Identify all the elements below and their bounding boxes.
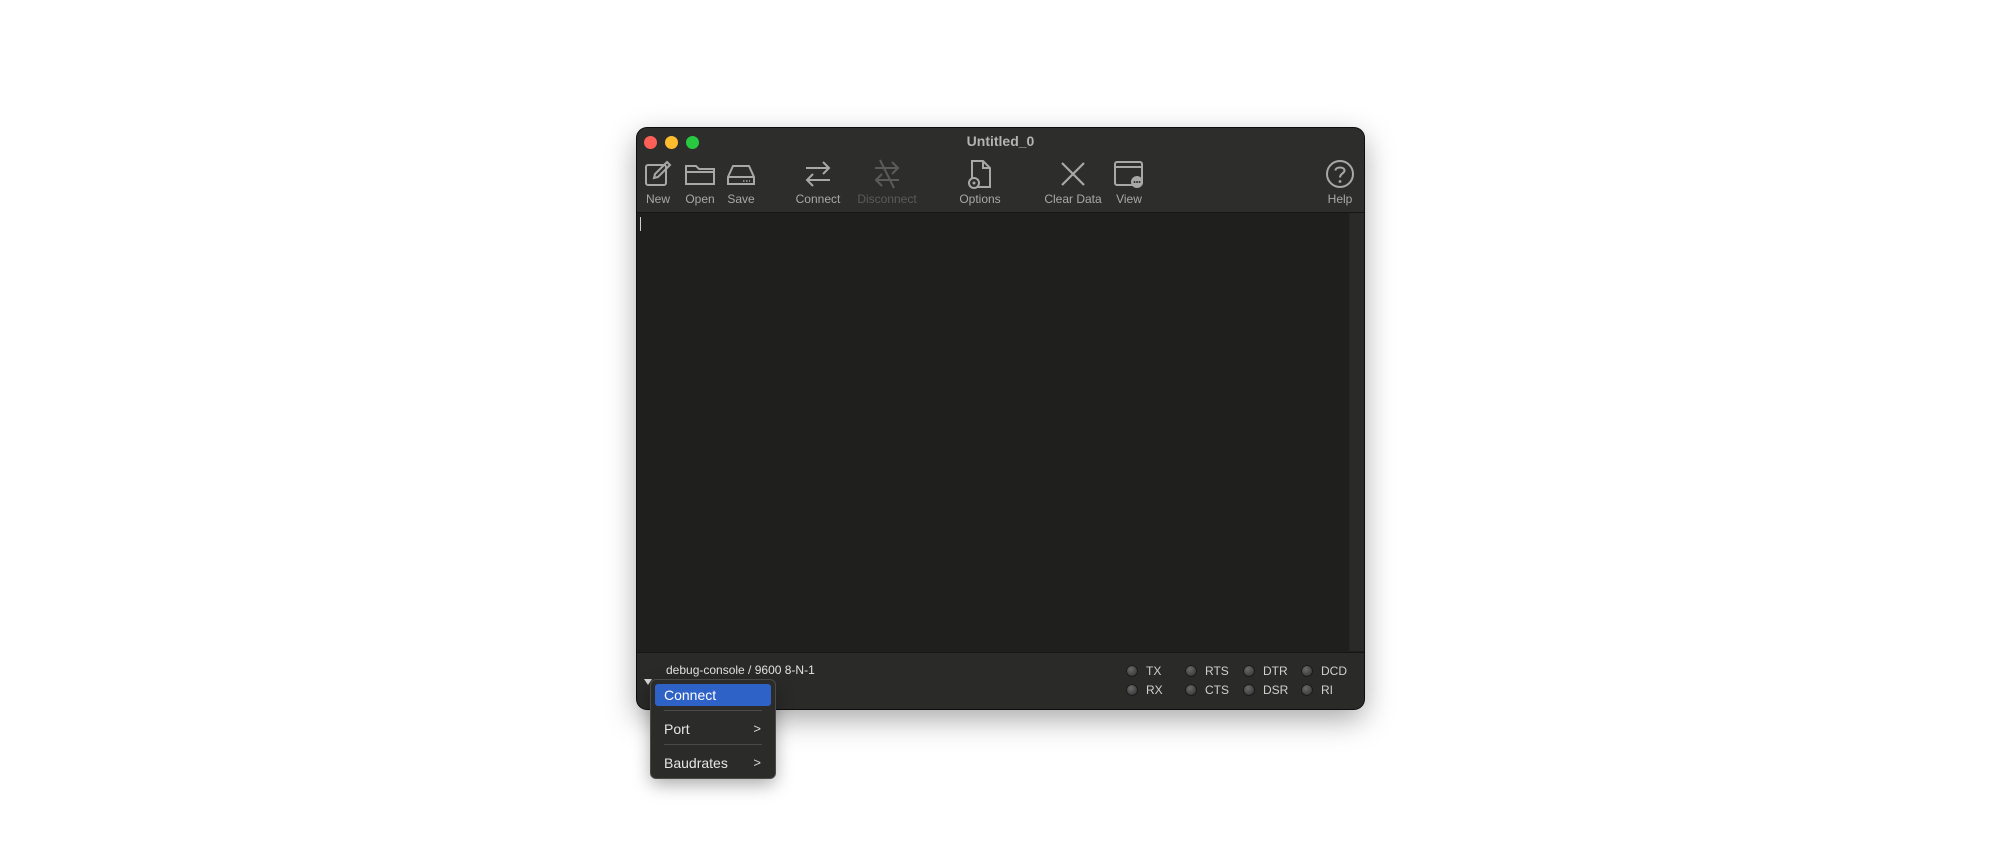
connect-button[interactable]: Connect <box>794 157 842 209</box>
view-label: View <box>1116 192 1142 206</box>
new-label: New <box>645 192 670 206</box>
led-indicator-icon <box>1185 683 1197 696</box>
led-dtr: DTR <box>1243 663 1301 678</box>
led-dcd-label: DCD <box>1321 663 1347 678</box>
led-rx-label: RX <box>1146 682 1163 697</box>
led-indicator-icon <box>1185 664 1197 677</box>
help-icon <box>1326 160 1354 188</box>
chevron-right-icon: > <box>753 755 761 770</box>
menu-separator <box>664 710 762 711</box>
help-label: Help <box>1327 192 1353 206</box>
connection-status: debug-console / 9600 8-N-1 <box>666 663 815 677</box>
view-button[interactable]: View <box>1111 157 1147 209</box>
options-button[interactable]: Options <box>957 157 1003 209</box>
menu-item-connect[interactable]: Connect <box>655 684 771 706</box>
led-indicator-icon <box>1243 683 1255 696</box>
text-cursor <box>640 217 641 231</box>
menu-item-label: Baudrates <box>664 755 728 771</box>
folder-icon <box>685 165 715 185</box>
led-cts: CTS <box>1185 682 1243 697</box>
terminal-area[interactable] <box>637 213 1349 651</box>
led-tx-label: TX <box>1146 663 1162 678</box>
open-label: Open <box>685 192 715 206</box>
clear-data-label: Clear Data <box>1044 192 1102 206</box>
led-dcd: DCD <box>1301 663 1359 678</box>
led-indicator-icon <box>1301 683 1313 696</box>
chevron-right-icon: > <box>753 721 761 736</box>
window-view-icon <box>1114 161 1143 188</box>
new-icon <box>645 160 672 186</box>
vertical-scrollbar[interactable] <box>1349 213 1364 651</box>
save-button[interactable]: Save <box>723 157 759 209</box>
options-label: Options <box>959 192 1001 206</box>
new-button[interactable]: New <box>642 157 674 209</box>
connect-label: Connect <box>795 192 841 206</box>
led-rx: RX <box>1126 682 1184 697</box>
document-gear-icon <box>968 160 991 189</box>
led-rts-label: RTS <box>1205 663 1229 678</box>
menu-item-port[interactable]: Port > <box>655 718 771 740</box>
disconnect-button[interactable]: Disconnect <box>855 157 919 209</box>
led-tx: TX <box>1126 663 1184 678</box>
menu-item-baudrates[interactable]: Baudrates > <box>655 752 771 774</box>
led-rts: RTS <box>1185 663 1243 678</box>
led-dtr-label: DTR <box>1263 663 1288 678</box>
window-title: Untitled_0 <box>966 133 1035 149</box>
close-x-icon <box>1061 162 1085 186</box>
menu-item-label: Connect <box>664 687 717 703</box>
led-indicator-icon <box>1126 683 1138 696</box>
context-menu: Connect Port > Baudrates > <box>651 680 775 778</box>
disconnect-label: Disconnect <box>857 192 917 206</box>
open-button[interactable]: Open <box>681 157 719 209</box>
clear-data-button[interactable]: Clear Data <box>1040 157 1106 209</box>
led-cts-label: CTS <box>1205 682 1229 697</box>
led-ri: RI <box>1301 682 1359 697</box>
led-indicator-icon <box>1243 664 1255 677</box>
led-dsr-label: DSR <box>1263 682 1289 697</box>
led-ri-label: RI <box>1321 682 1333 697</box>
menu-separator <box>664 744 762 745</box>
toolbar: Untitled_0 New Open Save Connect Disconn… <box>637 128 1364 213</box>
app-window: Untitled_0 New Open Save Connect Disconn… <box>637 128 1364 709</box>
drive-icon <box>727 165 755 185</box>
menu-item-label: Port <box>664 721 690 737</box>
connect-arrows-icon <box>805 161 831 187</box>
disconnect-arrows-icon <box>874 159 900 189</box>
save-label: Save <box>727 192 755 206</box>
led-indicator-icon <box>1301 664 1313 677</box>
help-button[interactable]: Help <box>1323 157 1357 209</box>
led-dsr: DSR <box>1243 682 1301 697</box>
led-indicator-icon <box>1126 664 1138 677</box>
